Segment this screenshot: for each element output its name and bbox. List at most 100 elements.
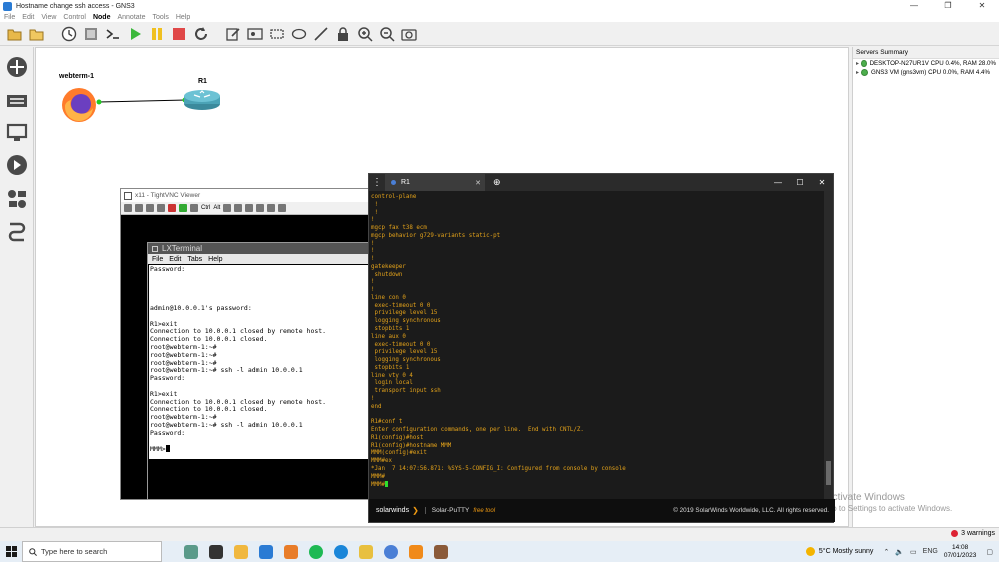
widgets-app-icon[interactable]	[184, 544, 198, 559]
volume-icon[interactable]: 🔈	[895, 548, 904, 556]
menu-view[interactable]: View	[41, 14, 56, 21]
solar-putty-taskbar-icon[interactable]	[409, 544, 423, 559]
solar-putty-window[interactable]: ⋮ R1 ✕ ⊕ — ☐ ✕ control-plane ! !! mgcp fa…	[368, 173, 835, 523]
vnc-fullscreen-icon[interactable]	[278, 204, 287, 212]
putty-minimize-button[interactable]: —	[767, 178, 789, 187]
browse-all-devices-button[interactable]	[5, 187, 29, 211]
draw-line-button[interactable]	[312, 25, 330, 43]
vnc-clipboard-icon[interactable]	[223, 204, 232, 212]
browse-end-devices-button[interactable]	[5, 121, 29, 145]
notifications-icon[interactable]: ▢	[986, 548, 993, 556]
notes-app-icon[interactable]	[359, 544, 373, 559]
menu-edit[interactable]: Edit	[22, 14, 34, 21]
suspend-all-button[interactable]	[148, 25, 166, 43]
vnc-zoom-out-icon[interactable]	[245, 204, 254, 212]
more-menu-icon[interactable]: ⋮	[369, 177, 385, 188]
mail-app-icon[interactable]	[259, 544, 273, 559]
server-row[interactable]: ▸ DESKTOP-N27UR1V CPU 0.4%, RAM 28.0%	[853, 59, 999, 68]
network-icon[interactable]: ▭	[910, 548, 917, 556]
warnings-indicator[interactable]: 3 warnings	[951, 530, 995, 537]
start-button[interactable]	[0, 546, 22, 557]
putty-terminal-output[interactable]: control-plane ! !! mgcp fax t38 ecm mgcp b…	[369, 191, 825, 500]
scrollbar-thumb[interactable]	[826, 461, 831, 485]
vnc-new-connection-icon[interactable]	[124, 204, 132, 212]
lx-menu-help[interactable]: Help	[208, 256, 222, 263]
open-folder-button[interactable]	[6, 25, 24, 43]
maximize-button[interactable]: ❐	[931, 0, 965, 12]
reload-all-button[interactable]	[192, 25, 210, 43]
server-row[interactable]: ▸ GNS3 VM (gns3vm) CPU 0.0%, RAM 4.4%	[853, 68, 999, 77]
windows-taskbar: Type here to search 5°C Mostly sunny ⌃ 🔈…	[0, 541, 999, 562]
vnc-ctrl-key[interactable]: Ctrl	[201, 205, 210, 211]
draw-rectangle-button[interactable]	[268, 25, 286, 43]
vnc-pause-icon[interactable]	[168, 204, 176, 212]
lxterminal-window[interactable]: LXTerminal File Edit Tabs Help Password:…	[147, 242, 371, 500]
lxterminal-output[interactable]: Password: admin@10.0.0.1's password: R1>…	[149, 265, 370, 459]
vnc-send-cad-icon[interactable]	[190, 204, 198, 212]
menu-tools[interactable]: Tools	[153, 14, 169, 21]
spotify-icon[interactable]	[309, 544, 323, 559]
vnc-refresh-icon[interactable]	[179, 204, 187, 212]
lock-button[interactable]	[334, 25, 352, 43]
console-all-button[interactable]	[104, 25, 122, 43]
tightvnc-window[interactable]: x11 - TightVNC Viewer Ctrl Alt LXTermina…	[120, 188, 371, 500]
menu-control[interactable]: Control	[63, 14, 86, 21]
close-button[interactable]: ✕	[965, 0, 999, 12]
weather-widget[interactable]: 5°C Mostly sunny	[805, 547, 873, 556]
vnc-info-icon[interactable]	[157, 204, 165, 212]
add-link-button[interactable]	[5, 219, 29, 243]
browse-switches-button[interactable]	[5, 89, 29, 113]
putty-close-button[interactable]: ✕	[811, 178, 833, 187]
expand-arrow-icon[interactable]: ▸	[856, 69, 859, 76]
insert-image-button[interactable]	[246, 25, 264, 43]
tray-chevron-icon[interactable]: ⌃	[883, 548, 889, 556]
session-tab-r1[interactable]: R1 ✕	[385, 174, 485, 191]
add-tab-icon[interactable]: ⊕	[493, 177, 501, 188]
vnc-alt-key[interactable]: Alt	[213, 205, 220, 211]
menu-node[interactable]: Node	[93, 14, 111, 21]
expand-arrow-icon[interactable]: ▸	[856, 60, 859, 67]
preferences-button[interactable]	[82, 25, 100, 43]
router-icon[interactable]	[182, 88, 222, 112]
menu-help[interactable]: Help	[176, 14, 190, 21]
menu-file[interactable]: File	[4, 14, 15, 21]
firefox-icon[interactable]	[60, 86, 98, 124]
open-project-button[interactable]	[28, 25, 46, 43]
putty-maximize-button[interactable]: ☐	[789, 178, 811, 187]
vnc-zoom-100-icon[interactable]	[256, 204, 265, 212]
add-note-button[interactable]	[224, 25, 242, 43]
minimize-button[interactable]: —	[897, 0, 931, 12]
language-indicator[interactable]: ENG	[923, 548, 938, 555]
menu-annotate[interactable]: Annotate	[117, 14, 145, 21]
zoom-out-button[interactable]	[378, 25, 396, 43]
edge-browser-icon[interactable]	[334, 544, 348, 559]
vnc-zoom-fit-icon[interactable]	[267, 204, 276, 212]
chrome-browser-icon[interactable]	[384, 544, 398, 559]
terminal-line: transport input ssh	[371, 388, 441, 395]
stop-all-button[interactable]	[170, 25, 188, 43]
draw-ellipse-button[interactable]	[290, 25, 308, 43]
taskbar-search[interactable]: Type here to search	[22, 541, 162, 562]
task-view-icon[interactable]	[209, 544, 223, 559]
zoom-in-button[interactable]	[356, 25, 374, 43]
screenshot-button[interactable]	[400, 25, 418, 43]
terminal-line: Password:	[150, 265, 186, 273]
lx-menu-file[interactable]: File	[152, 256, 163, 263]
snapshot-button[interactable]	[60, 25, 78, 43]
webterm-node-label[interactable]: webterm-1	[59, 73, 94, 80]
close-tab-icon[interactable]: ✕	[475, 179, 481, 187]
lx-menu-tabs[interactable]: Tabs	[187, 256, 202, 263]
vnc-zoom-in-icon[interactable]	[234, 204, 243, 212]
vnc-save-icon[interactable]	[135, 204, 143, 212]
vnc-options-icon[interactable]	[146, 204, 154, 212]
lx-menu-edit[interactable]: Edit	[169, 256, 181, 263]
start-all-button[interactable]	[126, 25, 144, 43]
file-explorer-icon[interactable]	[234, 544, 248, 559]
gns3-taskbar-icon[interactable]	[434, 544, 448, 559]
browse-security-devices-button[interactable]	[5, 153, 29, 177]
putty-scrollbar[interactable]	[824, 191, 833, 500]
taskbar-clock[interactable]: 14:08 07/01/2023	[944, 544, 977, 560]
link-webterm-r1[interactable]	[97, 99, 187, 103]
blender-app-icon[interactable]	[284, 544, 298, 559]
browse-routers-button[interactable]	[5, 55, 29, 79]
